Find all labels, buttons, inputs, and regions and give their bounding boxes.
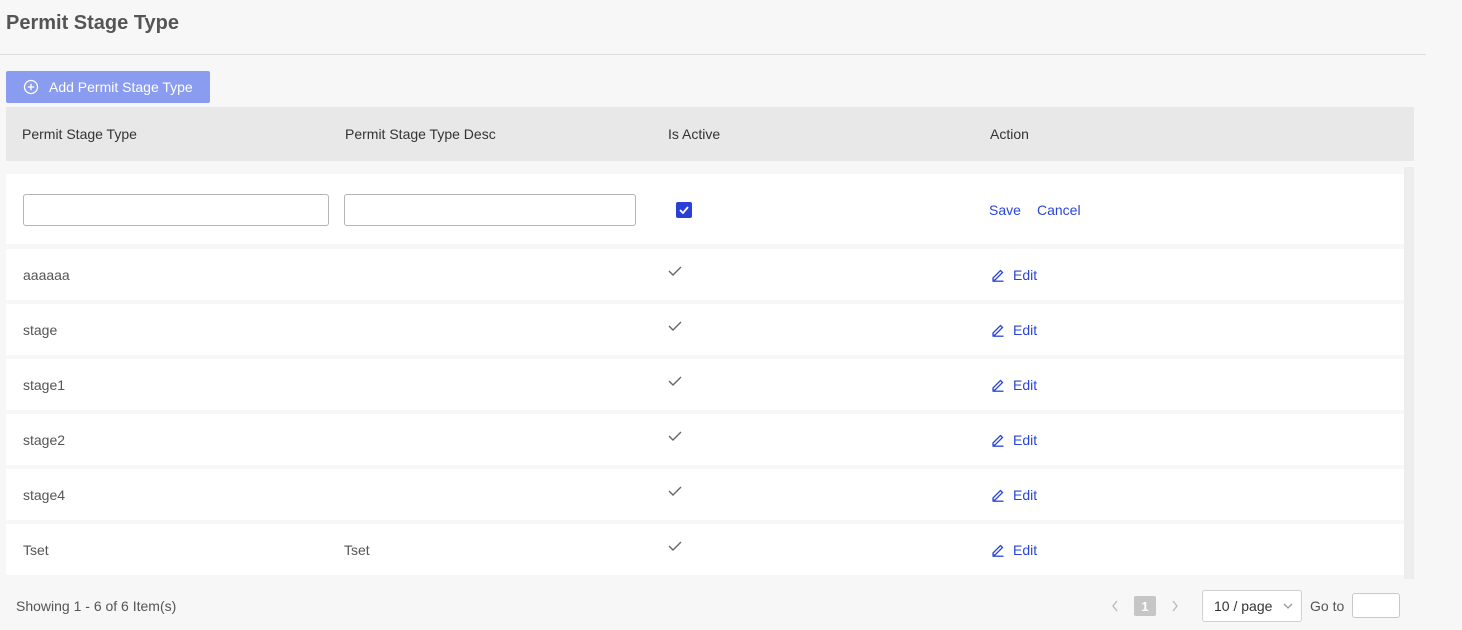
cell-type: stage	[23, 322, 58, 338]
chevron-down-icon	[1283, 603, 1293, 609]
desc-input[interactable]	[344, 194, 636, 226]
is-active-checkbox[interactable]	[676, 202, 692, 218]
add-button-label: Add Permit Stage Type	[49, 79, 193, 95]
edit-button[interactable]: Edit	[991, 377, 1037, 393]
check-icon	[668, 431, 682, 441]
save-link[interactable]: Save	[989, 202, 1021, 218]
add-permit-stage-type-button[interactable]: Add Permit Stage Type	[6, 71, 210, 103]
cancel-link[interactable]: Cancel	[1037, 202, 1081, 218]
title-divider	[0, 54, 1426, 55]
table-row: stage2 Edit	[6, 414, 1404, 465]
edit-label: Edit	[1013, 322, 1038, 338]
check-icon	[668, 321, 682, 331]
edit-button[interactable]: Edit	[991, 267, 1037, 283]
pencil-icon	[991, 543, 1005, 557]
cell-type: stage2	[23, 432, 66, 448]
showing-count: Showing 1 - 6 of 6 Item(s)	[16, 598, 177, 614]
cell-type: stage4	[23, 487, 66, 503]
edit-button[interactable]: Edit	[991, 322, 1037, 338]
column-header-action: Action	[990, 126, 1029, 142]
pencil-icon	[991, 433, 1005, 447]
check-icon	[668, 486, 682, 496]
pencil-icon	[991, 323, 1005, 337]
edit-button[interactable]: Edit	[991, 487, 1037, 503]
edit-label: Edit	[1013, 542, 1038, 558]
goto-page-input[interactable]	[1352, 593, 1400, 618]
page-size-value: 10 / page	[1214, 598, 1273, 614]
type-input[interactable]	[23, 194, 329, 226]
edit-label: Edit	[1013, 377, 1038, 393]
column-header-desc[interactable]: Permit Stage Type Desc	[345, 126, 496, 142]
cell-type: aaaaaa	[23, 267, 70, 283]
page-title: Permit Stage Type	[6, 12, 180, 34]
cell-desc: Tset	[344, 542, 370, 558]
pencil-icon	[991, 268, 1005, 282]
page-number-current[interactable]: 1	[1134, 596, 1156, 616]
table-edit-row: Save Cancel	[6, 174, 1404, 244]
edit-label: Edit	[1013, 432, 1038, 448]
table-row: aaaaaa Edit	[6, 249, 1404, 300]
table-scrollbar[interactable]	[1404, 167, 1414, 579]
page-size-select[interactable]: 10 / page	[1202, 590, 1302, 622]
edit-button[interactable]: Edit	[991, 432, 1037, 448]
table-header: Permit Stage Type Permit Stage Type Desc…	[6, 107, 1414, 161]
check-icon	[668, 541, 682, 551]
cell-type: stage1	[23, 377, 66, 393]
chevron-right-icon	[1172, 600, 1178, 612]
table-row: Tset Tset Edit	[6, 524, 1404, 575]
check-icon	[668, 266, 682, 276]
table-row: stage1 Edit	[6, 359, 1404, 410]
chevron-left-icon	[1112, 600, 1118, 612]
column-header-type[interactable]: Permit Stage Type	[22, 126, 137, 142]
edit-label: Edit	[1013, 267, 1038, 283]
edit-label: Edit	[1013, 487, 1038, 503]
pencil-icon	[991, 488, 1005, 502]
prev-page-button[interactable]	[1109, 598, 1121, 614]
check-icon	[668, 376, 682, 386]
edit-button[interactable]: Edit	[991, 542, 1037, 558]
table-row: stage Edit	[6, 304, 1404, 355]
column-header-is-active[interactable]: Is Active	[668, 126, 720, 142]
pencil-icon	[991, 378, 1005, 392]
plus-circle-icon	[23, 79, 39, 95]
goto-label: Go to	[1310, 598, 1345, 614]
cell-type: Tset	[23, 542, 49, 558]
next-page-button[interactable]	[1169, 598, 1181, 614]
table-row: stage4 Edit	[6, 469, 1404, 520]
